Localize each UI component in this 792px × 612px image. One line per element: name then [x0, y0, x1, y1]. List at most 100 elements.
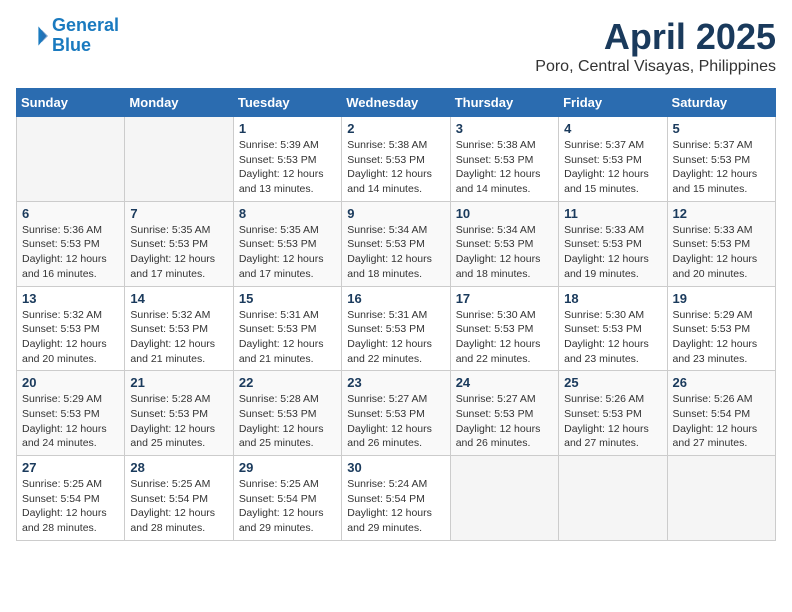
calendar-cell: 14Sunrise: 5:32 AM Sunset: 5:53 PM Dayli… — [125, 286, 233, 371]
day-number: 12 — [673, 206, 770, 221]
calendar-cell: 23Sunrise: 5:27 AM Sunset: 5:53 PM Dayli… — [342, 371, 450, 456]
calendar-cell: 18 Sunrise: 5:30 AM Sunset: 5:53 PM Dayli… — [559, 286, 667, 371]
calendar-cell: 15 Sunrise: 5:31 AM Sunset: 5:53 PM Dayli… — [233, 286, 341, 371]
calendar-cell: 17 Sunrise: 5:30 AM Sunset: 5:53 PM Dayli… — [450, 286, 558, 371]
logo-text: General Blue — [52, 16, 119, 56]
col-header-thursday: Thursday — [450, 89, 558, 117]
day-number: 13 — [22, 291, 119, 306]
col-header-sunday: Sunday — [17, 89, 125, 117]
day-detail: Sunrise: 5:35 AM Sunset: 5:53 PM Dayligh… — [239, 223, 336, 282]
calendar-cell: 13Sunrise: 5:32 AM Sunset: 5:53 PM Dayli… — [17, 286, 125, 371]
calendar-cell: 19 Sunrise: 5:29 AM Sunset: 5:53 PM Dayli… — [667, 286, 775, 371]
day-detail: Sunrise: 5:30 AM Sunset: 5:53 PM Dayligh… — [456, 308, 553, 367]
day-detail: Sunrise: 5:28 AM Sunset: 5:53 PM Dayligh… — [130, 392, 227, 451]
page-subtitle: Poro, Central Visayas, Philippines — [535, 58, 776, 76]
calendar-cell: 7 Sunrise: 5:35 AM Sunset: 5:53 PM Daylig… — [125, 201, 233, 286]
day-detail: Sunrise: 5:25 AM Sunset: 5:54 PM Dayligh… — [130, 477, 227, 536]
day-number: 26 — [673, 375, 770, 390]
logo: General Blue — [16, 16, 119, 56]
calendar-cell — [125, 117, 233, 202]
day-number: 21 — [130, 375, 227, 390]
calendar-cell — [667, 456, 775, 541]
calendar-cell: 24 Sunrise: 5:27 AM Sunset: 5:53 PM Dayli… — [450, 371, 558, 456]
calendar-cell: 11 Sunrise: 5:33 AM Sunset: 5:53 PM Dayli… — [559, 201, 667, 286]
calendar-cell: 20Sunrise: 5:29 AM Sunset: 5:53 PM Dayli… — [17, 371, 125, 456]
day-detail: Sunrise: 5:29 AM Sunset: 5:53 PM Dayligh… — [22, 392, 119, 451]
logo-icon — [16, 20, 48, 52]
calendar-cell: 26 Sunrise: 5:26 AM Sunset: 5:54 PM Dayli… — [667, 371, 775, 456]
day-number: 29 — [239, 460, 336, 475]
day-detail: Sunrise: 5:26 AM Sunset: 5:54 PM Dayligh… — [673, 392, 770, 451]
calendar-cell — [559, 456, 667, 541]
day-number: 6 — [22, 206, 119, 221]
day-number: 11 — [564, 206, 661, 221]
day-number: 18 — [564, 291, 661, 306]
logo-line1: General — [52, 15, 119, 35]
day-detail: Sunrise: 5:39 AM Sunset: 5:53 PM Dayligh… — [239, 138, 336, 197]
day-detail: Sunrise: 5:27 AM Sunset: 5:53 PM Dayligh… — [347, 392, 444, 451]
calendar-week-2: 6Sunrise: 5:36 AM Sunset: 5:53 PM Daylig… — [17, 201, 776, 286]
title-area: April 2025 Poro, Central Visayas, Philip… — [535, 16, 776, 76]
day-detail: Sunrise: 5:38 AM Sunset: 5:53 PM Dayligh… — [456, 138, 553, 197]
day-number: 17 — [456, 291, 553, 306]
day-number: 2 — [347, 121, 444, 136]
day-number: 5 — [673, 121, 770, 136]
col-header-monday: Monday — [125, 89, 233, 117]
calendar-cell: 22Sunrise: 5:28 AM Sunset: 5:53 PM Dayli… — [233, 371, 341, 456]
calendar-cell: 25Sunrise: 5:26 AM Sunset: 5:53 PM Dayli… — [559, 371, 667, 456]
header: General Blue April 2025 Poro, Central Vi… — [16, 16, 776, 76]
calendar-cell: 4 Sunrise: 5:37 AM Sunset: 5:53 PM Daylig… — [559, 117, 667, 202]
page-title: April 2025 — [535, 16, 776, 58]
day-detail: Sunrise: 5:24 AM Sunset: 5:54 PM Dayligh… — [347, 477, 444, 536]
day-number: 8 — [239, 206, 336, 221]
calendar-header-row: SundayMondayTuesdayWednesdayThursdayFrid… — [17, 89, 776, 117]
calendar-cell: 27 Sunrise: 5:25 AM Sunset: 5:54 PM Dayli… — [17, 456, 125, 541]
day-detail: Sunrise: 5:33 AM Sunset: 5:53 PM Dayligh… — [673, 223, 770, 282]
calendar-table: SundayMondayTuesdayWednesdayThursdayFrid… — [16, 88, 776, 541]
calendar-cell: 8 Sunrise: 5:35 AM Sunset: 5:53 PM Daylig… — [233, 201, 341, 286]
day-number: 27 — [22, 460, 119, 475]
calendar-cell: 21 Sunrise: 5:28 AM Sunset: 5:53 PM Dayli… — [125, 371, 233, 456]
col-header-friday: Friday — [559, 89, 667, 117]
calendar-cell: 3Sunrise: 5:38 AM Sunset: 5:53 PM Daylig… — [450, 117, 558, 202]
day-detail: Sunrise: 5:37 AM Sunset: 5:53 PM Dayligh… — [564, 138, 661, 197]
day-number: 10 — [456, 206, 553, 221]
day-detail: Sunrise: 5:33 AM Sunset: 5:53 PM Dayligh… — [564, 223, 661, 282]
day-detail: Sunrise: 5:29 AM Sunset: 5:53 PM Dayligh… — [673, 308, 770, 367]
day-number: 1 — [239, 121, 336, 136]
day-number: 14 — [130, 291, 227, 306]
col-header-saturday: Saturday — [667, 89, 775, 117]
calendar-week-5: 27 Sunrise: 5:25 AM Sunset: 5:54 PM Dayli… — [17, 456, 776, 541]
day-number: 24 — [456, 375, 553, 390]
calendar-week-4: 20Sunrise: 5:29 AM Sunset: 5:53 PM Dayli… — [17, 371, 776, 456]
calendar-cell: 2Sunrise: 5:38 AM Sunset: 5:53 PM Daylig… — [342, 117, 450, 202]
calendar-cell: 12 Sunrise: 5:33 AM Sunset: 5:53 PM Dayli… — [667, 201, 775, 286]
day-detail: Sunrise: 5:28 AM Sunset: 5:53 PM Dayligh… — [239, 392, 336, 451]
day-number: 9 — [347, 206, 444, 221]
day-number: 19 — [673, 291, 770, 306]
day-detail: Sunrise: 5:25 AM Sunset: 5:54 PM Dayligh… — [239, 477, 336, 536]
day-number: 28 — [130, 460, 227, 475]
calendar-cell: 28 Sunrise: 5:25 AM Sunset: 5:54 PM Dayli… — [125, 456, 233, 541]
calendar-cell: 10 Sunrise: 5:34 AM Sunset: 5:53 PM Dayli… — [450, 201, 558, 286]
calendar-cell: 30Sunrise: 5:24 AM Sunset: 5:54 PM Dayli… — [342, 456, 450, 541]
day-detail: Sunrise: 5:31 AM Sunset: 5:53 PM Dayligh… — [239, 308, 336, 367]
day-detail: Sunrise: 5:35 AM Sunset: 5:53 PM Dayligh… — [130, 223, 227, 282]
day-number: 16 — [347, 291, 444, 306]
day-number: 15 — [239, 291, 336, 306]
calendar-cell: 1 Sunrise: 5:39 AM Sunset: 5:53 PM Daylig… — [233, 117, 341, 202]
day-detail: Sunrise: 5:34 AM Sunset: 5:53 PM Dayligh… — [456, 223, 553, 282]
day-detail: Sunrise: 5:25 AM Sunset: 5:54 PM Dayligh… — [22, 477, 119, 536]
day-detail: Sunrise: 5:30 AM Sunset: 5:53 PM Dayligh… — [564, 308, 661, 367]
calendar-cell: 29 Sunrise: 5:25 AM Sunset: 5:54 PM Dayli… — [233, 456, 341, 541]
day-detail: Sunrise: 5:31 AM Sunset: 5:53 PM Dayligh… — [347, 308, 444, 367]
calendar-cell: 5Sunrise: 5:37 AM Sunset: 5:53 PM Daylig… — [667, 117, 775, 202]
calendar-cell — [17, 117, 125, 202]
day-detail: Sunrise: 5:34 AM Sunset: 5:53 PM Dayligh… — [347, 223, 444, 282]
day-number: 4 — [564, 121, 661, 136]
calendar-week-3: 13Sunrise: 5:32 AM Sunset: 5:53 PM Dayli… — [17, 286, 776, 371]
day-detail: Sunrise: 5:27 AM Sunset: 5:53 PM Dayligh… — [456, 392, 553, 451]
col-header-wednesday: Wednesday — [342, 89, 450, 117]
day-detail: Sunrise: 5:26 AM Sunset: 5:53 PM Dayligh… — [564, 392, 661, 451]
day-number: 7 — [130, 206, 227, 221]
